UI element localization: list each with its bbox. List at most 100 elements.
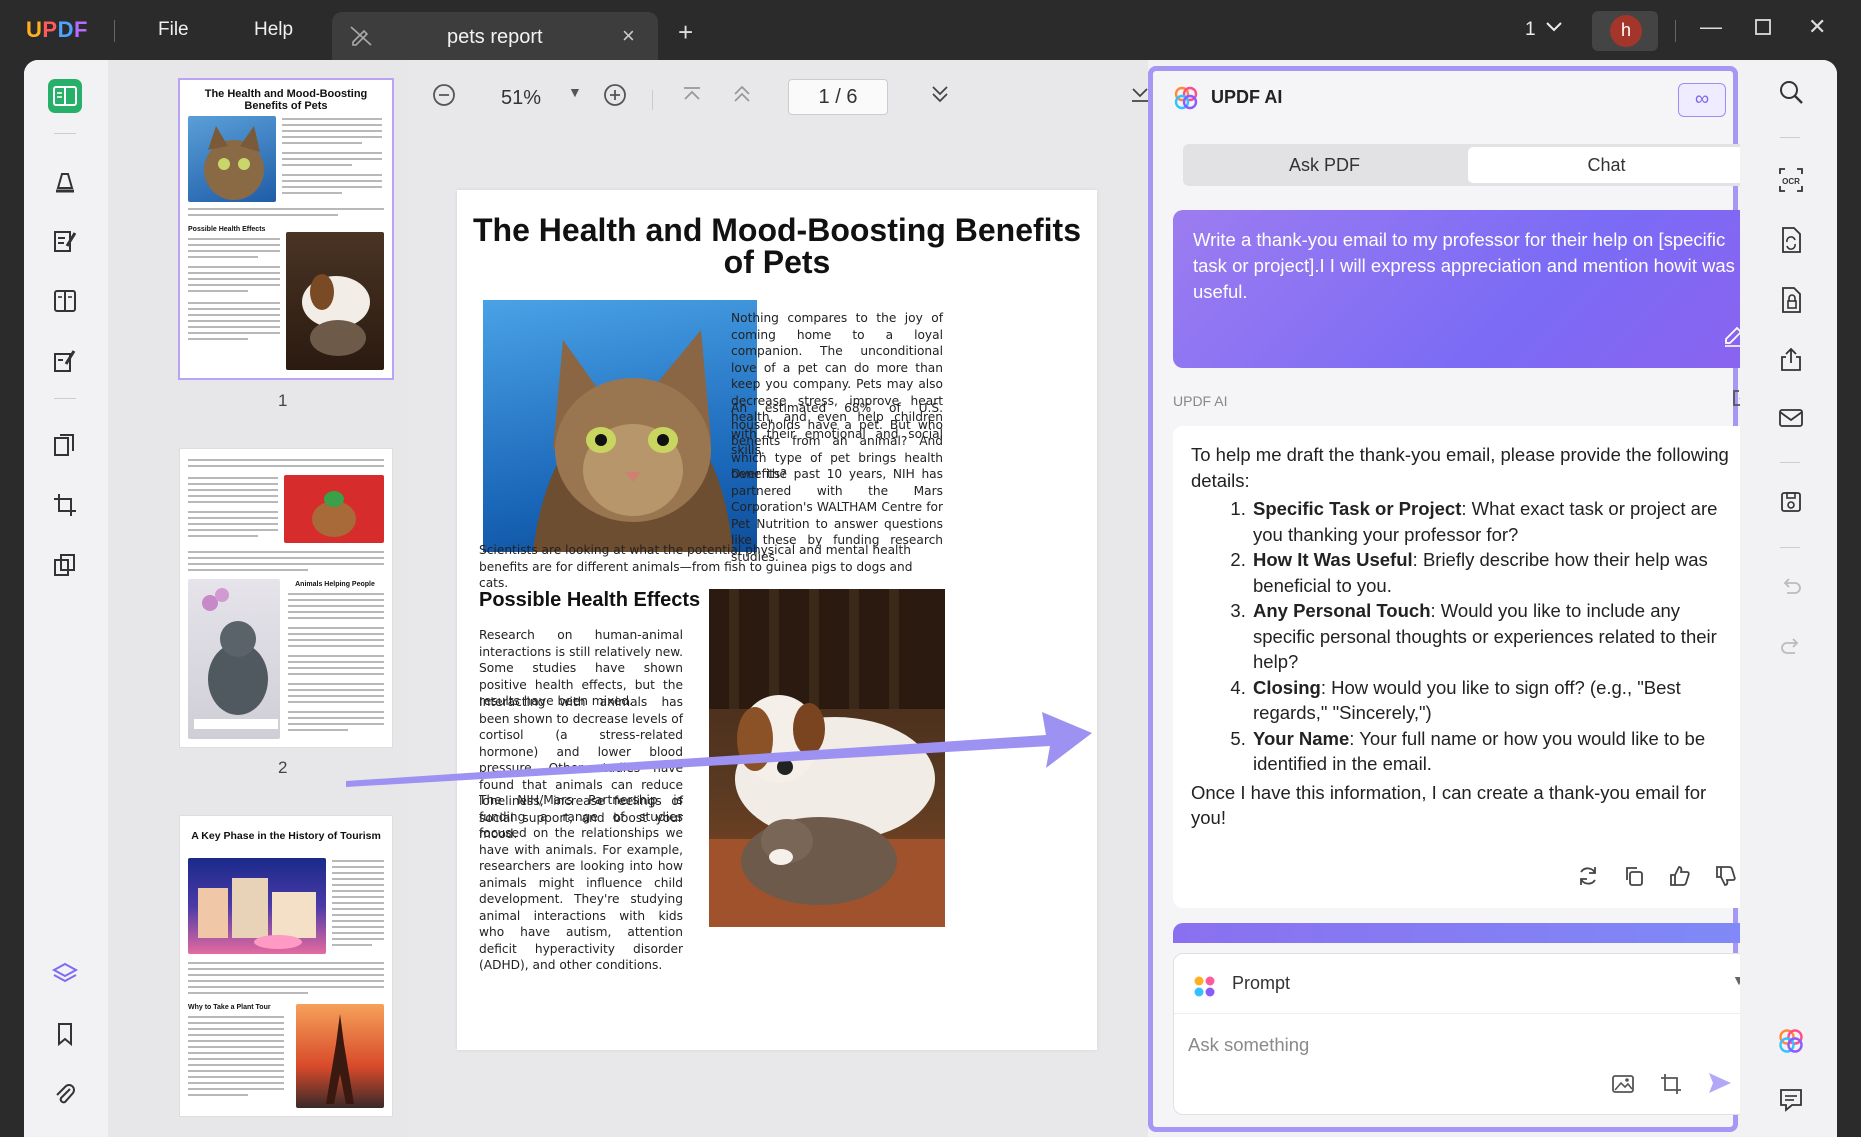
zoom-out-icon[interactable]	[431, 82, 457, 114]
organize-pages-icon[interactable]	[48, 428, 82, 462]
dog-cat-thumbnail-image	[286, 232, 384, 370]
maximize-icon[interactable]	[1754, 14, 1772, 42]
updf-ai-logo-icon	[1173, 85, 1199, 111]
thumbs-up-icon[interactable]	[1668, 864, 1692, 895]
layers-icon[interactable]	[48, 957, 82, 991]
section-heading: Possible Health Effects	[479, 589, 701, 611]
cat-flowers-thumbnail-image	[188, 579, 280, 739]
tourism-street-thumbnail-image	[188, 858, 326, 954]
ask-input[interactable]	[1188, 1034, 1688, 1056]
compare-icon[interactable]	[48, 548, 82, 582]
list-item: How It Was Useful: Briefly describe how …	[1251, 547, 1742, 598]
tab-chat[interactable]: Chat	[1468, 147, 1745, 183]
divider	[54, 133, 76, 134]
input-tools	[1611, 1071, 1733, 1102]
menu-help[interactable]: Help	[254, 19, 293, 41]
undo-icon[interactable]	[1776, 575, 1806, 605]
chevron-down-icon[interactable]	[1545, 16, 1563, 42]
protect-icon[interactable]	[1776, 286, 1806, 316]
fill-sign-icon[interactable]	[48, 344, 82, 378]
document-tab[interactable]: pets report ×	[332, 12, 658, 62]
thumbnail-title: A Key Phase in the History of Tourism	[191, 830, 381, 842]
last-page-icon[interactable]	[1128, 82, 1148, 112]
ai-panel-title: UPDF AI	[1211, 87, 1283, 107]
minimize-icon[interactable]: —	[1700, 14, 1722, 40]
divider	[1675, 20, 1676, 42]
account-avatar[interactable]: h	[1592, 11, 1658, 51]
response-outro: Once I have this information, I can crea…	[1191, 781, 1707, 829]
reader-icon[interactable]	[48, 79, 82, 113]
chat-input-area: Prompt ▼	[1173, 953, 1760, 1115]
list-item: Your Name: Your full name or how you wou…	[1251, 726, 1742, 777]
page-number-input[interactable]: 1 / 6	[788, 79, 888, 115]
tab-ask-pdf[interactable]: Ask PDF	[1186, 147, 1463, 183]
pdf-page: The Health and Mood-Boosting Benefits of…	[457, 190, 1097, 1050]
thumbs-down-icon[interactable]	[1714, 864, 1738, 895]
ai-mode-toggle-icon[interactable]: ∞	[1678, 83, 1726, 117]
dog-antlers-thumbnail-image	[284, 475, 384, 543]
prompt-selector[interactable]: Prompt ▼	[1174, 954, 1759, 1014]
responder-label: UPDF AI	[1173, 393, 1228, 409]
first-page-icon[interactable]	[680, 82, 704, 112]
share-icon[interactable]	[1776, 346, 1806, 376]
screenshot-crop-icon[interactable]	[1659, 1072, 1683, 1102]
user-message-text: Write a thank-you email to my professor …	[1193, 229, 1735, 302]
edit-icon[interactable]	[48, 224, 82, 258]
prompt-label: Prompt	[1232, 973, 1291, 993]
response-list: Specific Task or Project: What exact tas…	[1191, 496, 1742, 777]
prompt-icon	[1194, 976, 1216, 998]
zoom-level[interactable]: 51%	[501, 87, 541, 110]
page-thumbnail-1[interactable]: The Health and Mood-Boosting Benefits of…	[180, 80, 392, 378]
close-tab-icon[interactable]: ×	[622, 23, 635, 49]
ocr-icon[interactable]: OCR	[1776, 166, 1806, 196]
response-intro: To help me draft the thank-you email, pl…	[1191, 444, 1729, 491]
response-actions	[1576, 864, 1738, 895]
attachment-icon[interactable]	[48, 1077, 82, 1111]
svg-text:OCR: OCR	[1782, 177, 1800, 186]
bookmark-icon[interactable]	[48, 1017, 82, 1051]
tab-title: pets report	[447, 26, 543, 48]
ai-tab-bar: Ask PDF Chat	[1183, 144, 1748, 186]
comment-icon[interactable]	[48, 164, 82, 198]
page-thumbnail-3[interactable]: A Key Phase in the History of Tourism Wh…	[180, 816, 392, 1116]
comments-panel-icon[interactable]	[1776, 1087, 1806, 1117]
list-item: Any Personal Touch: Would you like to in…	[1251, 598, 1742, 675]
send-icon[interactable]	[1707, 1071, 1733, 1102]
left-tool-rail	[24, 60, 108, 1137]
regenerate-icon[interactable]	[1576, 864, 1600, 895]
copy-icon[interactable]	[1622, 864, 1646, 895]
redo-icon[interactable]	[1776, 635, 1806, 665]
search-icon[interactable]	[1776, 79, 1806, 109]
next-message-preview	[1173, 923, 1760, 943]
menu-file[interactable]: File	[158, 19, 189, 41]
save-icon[interactable]	[1776, 490, 1806, 520]
email-icon[interactable]	[1776, 406, 1806, 436]
previous-page-icon[interactable]	[730, 82, 754, 112]
image-upload-icon[interactable]	[1611, 1073, 1635, 1101]
updf-logo: UPDF	[26, 17, 88, 42]
list-item: Specific Task or Project: What exact tas…	[1251, 496, 1742, 547]
next-page-icon[interactable]	[928, 82, 952, 112]
ai-response: To help me draft the thank-you email, pl…	[1173, 426, 1760, 908]
divider	[1780, 462, 1800, 463]
page-thumbnail-2[interactable]: Animals Helping People	[180, 449, 392, 747]
divider	[114, 20, 115, 42]
avatar: h	[1610, 15, 1642, 47]
ai-assistant-icon[interactable]	[1776, 1027, 1806, 1057]
divider	[1780, 137, 1800, 138]
thumbnail-page-number: 2	[278, 758, 288, 777]
zoom-dropdown-icon[interactable]: ▼	[568, 84, 582, 100]
thumbnail-panel: The Health and Mood-Boosting Benefits of…	[108, 60, 408, 1137]
document-title: The Health and Mood-Boosting Benefits of…	[473, 212, 1081, 280]
thumbnail-page-number: 1	[278, 391, 288, 410]
zoom-in-icon[interactable]	[602, 82, 628, 114]
window-count[interactable]: 1	[1525, 19, 1536, 41]
convert-icon[interactable]	[1776, 226, 1806, 256]
dog-and-cat-photo	[709, 589, 945, 927]
new-tab-icon[interactable]: +	[678, 17, 693, 48]
close-window-icon[interactable]: ✕	[1808, 14, 1826, 40]
page-layout-icon[interactable]	[48, 284, 82, 318]
paragraph-partnership: The NIH/Mars Partnership is funding a ra…	[479, 793, 683, 972]
crop-icon[interactable]	[48, 488, 82, 522]
ai-assistant-panel: UPDF AI ∞ Ask PDF Chat Write a thank-you…	[1148, 66, 1769, 1132]
